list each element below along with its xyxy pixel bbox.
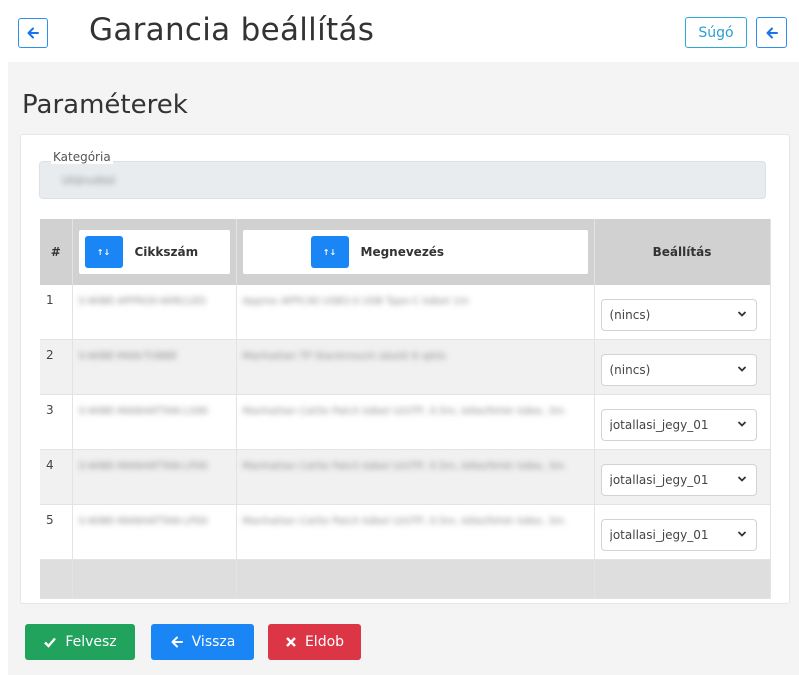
row-index: 3	[40, 394, 73, 450]
back-button[interactable]	[18, 18, 48, 48]
table-row: 5 S-WIBE-MANHATTAN-LP00 Manhattan Cat5e …	[40, 504, 771, 560]
column-setting-header: Beállítás	[594, 219, 771, 285]
help-button[interactable]: Súgó	[685, 17, 747, 48]
row-name: Manhattan TP Stackmount zászló 6 ajtós	[242, 351, 446, 362]
top-bar: Garancia beállítás Súgó	[0, 0, 799, 62]
row-sku: S-WIBE-MANHATTAN-LP00	[78, 461, 208, 472]
setting-select[interactable]: jotallasi_jegy_01	[600, 464, 757, 496]
table-row: 3 S-WIBE-MANHATTAN-LS90 Manhattan Cat5e …	[40, 394, 771, 450]
back-label: Vissza	[191, 634, 236, 650]
row-sku: S-WIBE-MANHATTAN-LP00	[78, 516, 208, 527]
column-index-header: #	[40, 219, 73, 285]
arrow-left-icon	[766, 27, 778, 38]
products-table: # ↑↓ Cikkszám ↑↓ Megnevezés Beállítás 1 …	[40, 219, 771, 599]
sort-sku-button[interactable]: ↑↓	[84, 236, 123, 268]
column-sku-header: ↑↓ Cikkszám	[72, 219, 237, 285]
chevron-down-icon	[737, 476, 746, 482]
row-name: Manhattan Cat5e Patch kábel U/UTP, 0.5m,…	[242, 461, 565, 472]
close-icon	[286, 637, 296, 647]
sort-icon: ↑↓	[96, 247, 111, 257]
table-footer-row	[40, 559, 771, 599]
row-name: Manhattan Cat5e Patch kábel U/UTP, 0.5m,…	[242, 406, 565, 417]
row-name: Approx APPC40 USB3.0 USB Type-C kábel 1m	[242, 296, 469, 307]
column-name-label: Megnevezés	[360, 245, 445, 259]
content-area: Paraméterek Kategória Utánvétel # ↑↓ Cik…	[8, 62, 799, 675]
setting-select-value: jotallasi_jegy_01	[609, 528, 709, 542]
row-index: 4	[40, 449, 73, 505]
sort-name-button[interactable]: ↑↓	[310, 236, 349, 268]
setting-select-value: jotallasi_jegy_01	[609, 418, 709, 432]
back-action-button[interactable]: Vissza	[151, 624, 254, 660]
row-sku: S-WIBE-MANHATTAN-LS90	[78, 406, 209, 417]
back-button-right[interactable]	[756, 17, 787, 48]
setting-select-value: jotallasi_jegy_01	[609, 473, 709, 487]
chevron-down-icon	[737, 531, 746, 537]
page-title: Garancia beállítás	[89, 12, 375, 48]
chevron-down-icon	[737, 311, 746, 317]
table-header-row: # ↑↓ Cikkszám ↑↓ Megnevezés Beállítás	[40, 219, 771, 285]
setting-select-value: (nincs)	[609, 308, 651, 322]
row-index: 2	[40, 339, 73, 395]
column-sku-label: Cikkszám	[134, 245, 199, 259]
setting-select[interactable]: jotallasi_jegy_01	[600, 409, 757, 441]
discard-button[interactable]: Eldob	[268, 624, 361, 660]
sort-icon: ↑↓	[322, 247, 337, 257]
discard-label: Eldob	[304, 634, 345, 650]
parameters-card: Kategória Utánvétel # ↑↓ Cikkszám ↑↓ Meg…	[20, 134, 790, 604]
save-label: Felvesz	[65, 634, 117, 650]
setting-select[interactable]: (nincs)	[600, 299, 757, 331]
row-sku: S-WIBE-APPROX-WIRCLED	[78, 296, 206, 307]
save-button[interactable]: Felvesz	[25, 624, 135, 660]
category-input: Utánvétel	[39, 161, 766, 199]
check-icon	[44, 637, 57, 648]
category-value: Utánvétel	[62, 174, 116, 187]
section-title: Paraméterek	[22, 90, 188, 120]
category-field: Kategória Utánvétel	[39, 150, 766, 199]
arrow-left-icon	[27, 27, 39, 39]
chevron-down-icon	[737, 366, 746, 372]
arrow-left-icon	[171, 636, 183, 648]
row-index: 5	[40, 504, 73, 560]
column-name-header: ↑↓ Megnevezés	[236, 219, 595, 285]
setting-select-value: (nincs)	[609, 363, 651, 377]
table-row: 2 S-WIBE-MAN-TOBBE Manhattan TP Stackmou…	[40, 339, 771, 395]
category-legend: Kategória	[51, 150, 113, 164]
setting-select[interactable]: (nincs)	[600, 354, 757, 386]
chevron-down-icon	[737, 421, 746, 427]
table-row: 1 S-WIBE-APPROX-WIRCLED Approx APPC40 US…	[40, 285, 771, 340]
row-index: 1	[40, 285, 73, 340]
row-name: Manhattan Cat5e Patch kábel U/UTP, 0.5m,…	[242, 516, 565, 527]
row-sku: S-WIBE-MAN-TOBBE	[78, 351, 178, 362]
table-row: 4 S-WIBE-MANHATTAN-LP00 Manhattan Cat5e …	[40, 449, 771, 505]
setting-select[interactable]: jotallasi_jegy_01	[600, 519, 757, 551]
